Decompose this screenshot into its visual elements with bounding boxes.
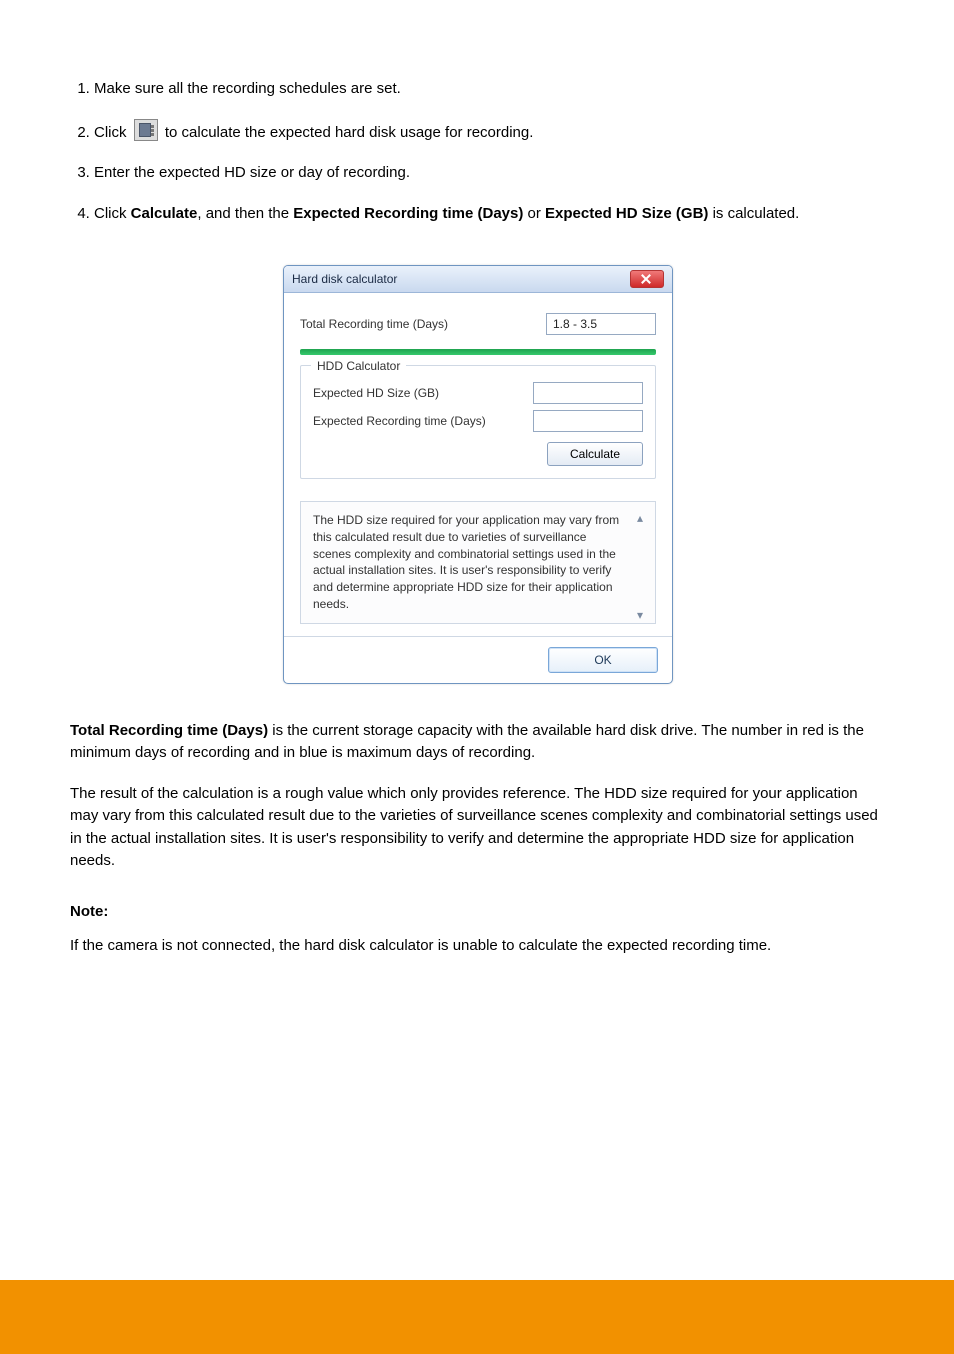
paragraph-1: Total Recording time (Days) is the curre… bbox=[70, 720, 884, 765]
progress-bar bbox=[300, 349, 656, 355]
calculate-button[interactable]: Calculate bbox=[547, 442, 643, 466]
ok-button[interactable]: OK bbox=[548, 647, 658, 673]
total-field[interactable] bbox=[546, 313, 656, 335]
size-field[interactable] bbox=[533, 382, 643, 404]
notice-box: The HDD size required for your applicati… bbox=[300, 501, 656, 624]
hdd-calculator-group: HDD Calculator Expected HD Size (GB) Exp… bbox=[300, 365, 656, 479]
notice-text: The HDD size required for your applicati… bbox=[313, 513, 619, 611]
paragraph-2: The result of the calculation is a rough… bbox=[70, 783, 884, 873]
size-label: Expected HD Size (GB) bbox=[313, 384, 533, 402]
step-1: Make sure all the recording schedules ar… bbox=[94, 78, 884, 101]
hdd-calc-icon bbox=[134, 119, 158, 141]
note-block: Note: If the camera is not connected, th… bbox=[70, 901, 884, 958]
step-4: Click Calculate, and then the Expected R… bbox=[94, 203, 884, 226]
scroll-up-icon[interactable] bbox=[637, 510, 647, 520]
step-2b: to calculate the expected hard disk usag… bbox=[165, 124, 534, 141]
step-2: Click to calculate the expected hard dis… bbox=[94, 119, 884, 145]
days-label: Expected Recording time (Days) bbox=[313, 412, 533, 430]
note-heading: Note: bbox=[70, 901, 884, 924]
note-body: If the camera is not connected, the hard… bbox=[70, 935, 884, 958]
total-label: Total Recording time (Days) bbox=[300, 315, 546, 333]
dialog-screenshot: Hard disk calculator Total Recording tim… bbox=[283, 265, 671, 684]
days-field[interactable] bbox=[533, 410, 643, 432]
group-legend: HDD Calculator bbox=[311, 357, 406, 375]
dialog-title: Hard disk calculator bbox=[292, 270, 397, 288]
scroll-down-icon[interactable] bbox=[637, 607, 647, 617]
total-row: Total Recording time (Days) bbox=[300, 313, 656, 335]
step-2a: Click bbox=[94, 124, 127, 141]
close-icon[interactable] bbox=[630, 270, 664, 288]
dialog-titlebar: Hard disk calculator bbox=[284, 266, 672, 293]
step-list: Make sure all the recording schedules ar… bbox=[70, 78, 884, 225]
step-3: Enter the expected HD size or day of rec… bbox=[94, 162, 884, 185]
footer-band bbox=[0, 1280, 954, 1354]
